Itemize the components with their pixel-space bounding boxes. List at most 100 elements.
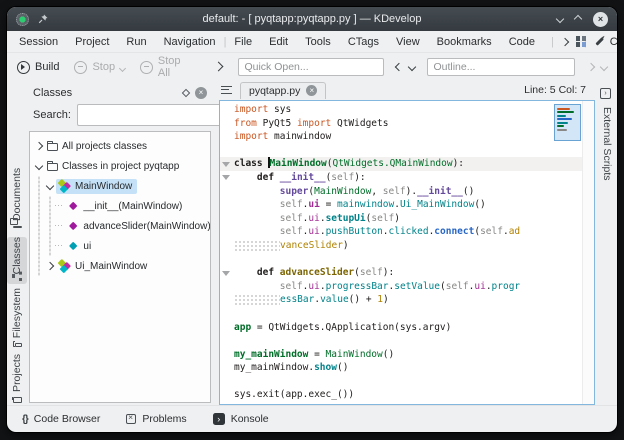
tree-item-mainwindow[interactable]: MainWindow bbox=[30, 176, 210, 196]
code-line[interactable]: my_mainWindow.show() bbox=[220, 361, 594, 375]
tree-item-ui[interactable]: ui bbox=[30, 236, 210, 256]
code-line[interactable]: self.ui.pushButton.clicked.connect(self.… bbox=[220, 225, 594, 239]
minimize-button[interactable] bbox=[557, 13, 563, 25]
sidebar-tab-label: Filesystem bbox=[11, 288, 23, 338]
code-line[interactable]: def advanceSlider(self): bbox=[220, 266, 594, 280]
sidebar-tab-label: Projects bbox=[11, 354, 23, 392]
code-line[interactable] bbox=[220, 375, 594, 389]
class-icon bbox=[58, 260, 71, 273]
stop-button[interactable]: Stop bbox=[74, 61, 125, 74]
stop-all-button[interactable]: Stop All bbox=[140, 55, 194, 79]
code-line[interactable]: vanceSlider) bbox=[220, 239, 594, 253]
menu-navigation[interactable]: Navigation bbox=[164, 36, 216, 48]
menu-ctags[interactable]: CTags bbox=[348, 36, 379, 48]
menu-file[interactable]: File bbox=[234, 36, 252, 48]
expander-collapsed[interactable] bbox=[44, 263, 56, 269]
code-line[interactable]: import sys bbox=[220, 103, 594, 117]
tree-guide-line bbox=[33, 216, 44, 236]
code-token: progr bbox=[492, 281, 521, 292]
code-line[interactable]: my_mainWindow = MainWindow() bbox=[220, 348, 594, 362]
code-token: self bbox=[371, 213, 394, 224]
tree-item-body[interactable]: __init__(MainWindow) bbox=[65, 200, 187, 213]
code-token: ) bbox=[383, 294, 389, 305]
sidebar-tab-documents[interactable]: Documents bbox=[7, 171, 28, 231]
tree-guide-line bbox=[33, 176, 44, 196]
detach-panel-icon[interactable] bbox=[182, 88, 190, 96]
menu-code[interactable]: Code bbox=[509, 36, 535, 48]
outline-dropdown-button[interactable] bbox=[601, 61, 607, 73]
tree-item-body[interactable]: MainWindow bbox=[56, 179, 137, 194]
build-button[interactable]: Build bbox=[17, 61, 59, 74]
scrollbar-minimap[interactable] bbox=[554, 104, 581, 141]
menu-bookmarks[interactable]: Bookmarks bbox=[437, 36, 492, 48]
code-line[interactable]: app = QtWidgets.QApplication(sys.argv) bbox=[220, 321, 594, 335]
minimap-line bbox=[557, 111, 574, 113]
tree-item-all-projects-classes[interactable]: All projects classes bbox=[30, 136, 210, 156]
sidebar-tab-external-scripts[interactable]: External Scripts bbox=[597, 105, 617, 125]
close-tab-button[interactable]: × bbox=[306, 85, 317, 96]
menu-session[interactable]: Session bbox=[19, 36, 58, 48]
code-line[interactable]: self.ui = mainwindow.Ui_MainWindow() bbox=[220, 198, 594, 212]
tree-item-body[interactable]: ui bbox=[65, 240, 96, 253]
code-line[interactable]: self.ui.setupUi(self) bbox=[220, 212, 594, 226]
stop-dropdown-icon[interactable] bbox=[119, 65, 126, 72]
code-area[interactable]: import sysfrom PyQt5 import QtWidgetsimp… bbox=[220, 101, 594, 402]
tree-item-body[interactable]: advanceSlider(MainWindow) bbox=[65, 220, 211, 233]
outline-next-button[interactable] bbox=[588, 61, 594, 73]
code-line[interactable] bbox=[220, 334, 594, 348]
code-line[interactable]: self.ui.progressBar.setValue(self.ui.pro… bbox=[220, 280, 594, 294]
code-line[interactable]: def __init__(self): bbox=[220, 171, 594, 185]
editor-tab-pyqtapp[interactable]: pyqtapp.py × bbox=[240, 82, 326, 99]
code-editor[interactable]: import sysfrom PyQt5 import QtWidgetsimp… bbox=[219, 100, 595, 405]
code-line[interactable]: import mainwindow bbox=[220, 130, 594, 144]
menu-run[interactable]: Run bbox=[126, 36, 146, 48]
tree-item-body[interactable]: Ui_MainWindow bbox=[56, 259, 152, 274]
sidebar-tab-classes[interactable]: Classes bbox=[7, 237, 28, 284]
code-token: self bbox=[480, 226, 503, 237]
sidebar-tab-filesystem[interactable]: Filesystem bbox=[7, 288, 28, 350]
tool-tab-problems[interactable]: Problems bbox=[126, 413, 186, 425]
fold-marker-icon[interactable] bbox=[222, 175, 230, 180]
code-line[interactable] bbox=[220, 307, 594, 321]
editor-scrollbar[interactable] bbox=[582, 101, 594, 404]
expander-expanded[interactable] bbox=[44, 183, 56, 189]
tree-item-classes-in-project-pyqtapp[interactable]: Classes in project pyqtapp bbox=[30, 156, 210, 176]
code-line[interactable]: super(MainWindow, self).__init__() bbox=[220, 185, 594, 199]
toolbar-overflow-button[interactable] bbox=[215, 61, 222, 73]
sidebar-tab-projects[interactable]: Projects bbox=[7, 354, 28, 406]
quickopen-dropdown-button[interactable] bbox=[409, 61, 415, 73]
tree-item-body[interactable]: All projects classes bbox=[45, 140, 152, 153]
tool-tab-label: Code Browser bbox=[34, 413, 101, 425]
code-line[interactable] bbox=[220, 253, 594, 267]
tree-item-init-mainwindow[interactable]: __init__(MainWindow) bbox=[30, 196, 210, 216]
close-window-button[interactable]: × bbox=[593, 12, 608, 27]
close-panel-button[interactable]: × bbox=[195, 87, 207, 99]
code-line[interactable]: essBar.value() + 1) bbox=[220, 293, 594, 307]
quick-open-input[interactable] bbox=[238, 58, 384, 76]
expander-collapsed[interactable] bbox=[33, 143, 45, 149]
outline-input[interactable] bbox=[427, 58, 575, 76]
expander-expanded[interactable] bbox=[33, 163, 45, 169]
titlebar[interactable]: default: - [ pyqtapp:pyqtapp.py ] — KDev… bbox=[7, 7, 617, 31]
quickopen-prev-button[interactable] bbox=[396, 61, 402, 73]
menu-project[interactable]: Project bbox=[75, 36, 109, 48]
tool-tab-konsole[interactable]: › Konsole bbox=[213, 413, 269, 425]
tree-item-advanceslider-mainwindow[interactable]: advanceSlider(MainWindow) bbox=[30, 216, 210, 236]
code-line[interactable]: from PyQt5 import QtWidgets bbox=[220, 117, 594, 131]
menu-edit[interactable]: Edit bbox=[269, 36, 288, 48]
fold-marker-icon[interactable] bbox=[222, 162, 230, 167]
tool-tab-code-browser[interactable]: {} Code Browser bbox=[22, 413, 100, 425]
code-line[interactable] bbox=[220, 144, 594, 158]
document-list-button[interactable] bbox=[221, 81, 232, 99]
pin-icon[interactable] bbox=[37, 13, 49, 25]
fold-marker-icon[interactable] bbox=[222, 271, 230, 276]
code-line[interactable]: class MainWindow(QtWidgets.QMainWindow): bbox=[220, 157, 594, 171]
menu-tools[interactable]: Tools bbox=[305, 36, 331, 48]
tree-item-ui-mainwindow[interactable]: Ui_MainWindow bbox=[30, 256, 210, 276]
tree-item-body[interactable]: Classes in project pyqtapp bbox=[45, 160, 184, 173]
area-switcher-button[interactable]: Code bbox=[595, 36, 617, 48]
menubar-overflow-button[interactable] bbox=[562, 36, 568, 48]
menu-view[interactable]: View bbox=[396, 36, 420, 48]
code-line[interactable]: sys.exit(app.exec_()) bbox=[220, 388, 594, 402]
maximize-button[interactable] bbox=[575, 13, 581, 25]
